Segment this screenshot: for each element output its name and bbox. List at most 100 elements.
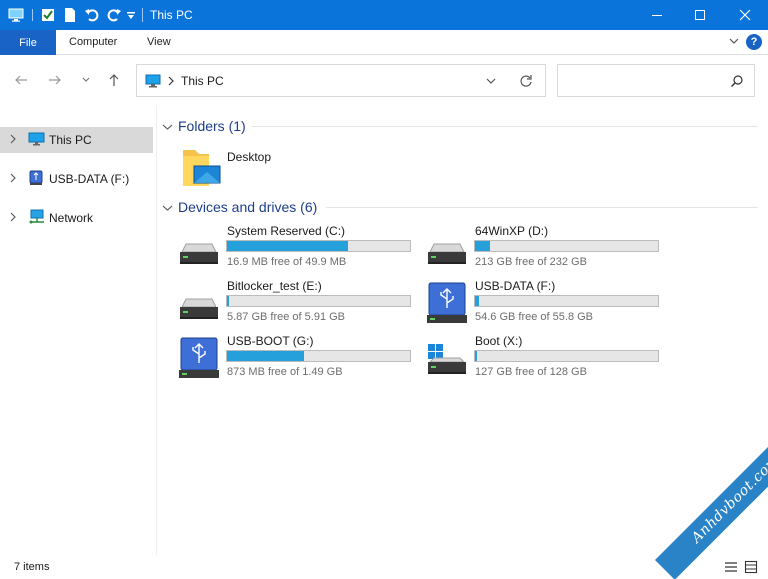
sidebar-item-label: This PC bbox=[49, 133, 92, 147]
drive-free-space: 213 GB free of 232 GB bbox=[475, 256, 587, 268]
folder-name: Desktop bbox=[227, 150, 272, 164]
monitor-icon bbox=[28, 131, 45, 150]
drive-usage-fill bbox=[227, 241, 348, 251]
folder-item-desktop[interactable]: Desktop bbox=[181, 146, 371, 190]
sidebar-item-label: USB-DATA (F:) bbox=[49, 172, 130, 186]
item-count: 7 items bbox=[14, 561, 50, 573]
drive-usage-bar bbox=[226, 295, 411, 307]
drive-usage-bar bbox=[226, 350, 411, 362]
hdd-icon bbox=[426, 230, 468, 273]
up-button[interactable] bbox=[104, 70, 124, 90]
minimize-button[interactable] bbox=[634, 0, 680, 30]
tab-file[interactable]: File bbox=[0, 30, 56, 55]
windows-drive-icon bbox=[426, 340, 468, 383]
refresh-icon[interactable] bbox=[519, 74, 533, 91]
expand-chevron-icon[interactable] bbox=[9, 133, 17, 147]
drive-tile[interactable]: Boot (X:) 127 GB free of 128 GB bbox=[426, 332, 662, 382]
drive-free-space: 127 GB free of 128 GB bbox=[475, 366, 587, 378]
search-icon[interactable] bbox=[730, 74, 744, 91]
drive-free-space: 16.9 MB free of 49.9 MB bbox=[227, 256, 347, 268]
drive-usage-fill bbox=[227, 351, 304, 361]
address-bar[interactable]: This PC bbox=[136, 64, 546, 97]
network-icon bbox=[28, 209, 45, 228]
redo-icon[interactable] bbox=[106, 7, 122, 26]
new-file-icon[interactable] bbox=[62, 7, 78, 26]
sidebar-item-this-pc[interactable]: This PC bbox=[0, 127, 153, 153]
group-divider bbox=[326, 207, 758, 208]
hdd-icon bbox=[178, 230, 220, 273]
drive-tile[interactable]: 64WinXP (D:) 213 GB free of 232 GB bbox=[426, 222, 662, 272]
expand-ribbon-icon[interactable] bbox=[728, 35, 740, 50]
collapse-chevron-icon[interactable] bbox=[162, 202, 173, 216]
sidebar-item-usb-data[interactable]: USB-DATA (F:) bbox=[0, 166, 153, 192]
back-button[interactable] bbox=[11, 70, 31, 90]
breadcrumb-chevron-icon[interactable] bbox=[167, 75, 175, 89]
tab-computer[interactable]: Computer bbox=[69, 36, 117, 48]
large-icons-view-icon[interactable] bbox=[744, 560, 758, 577]
ribbon-tabs: File Computer View ? bbox=[0, 30, 768, 55]
group-header-drives[interactable]: Devices and drives (6) bbox=[162, 197, 758, 217]
this-pc-icon[interactable] bbox=[8, 7, 24, 26]
expand-chevron-icon[interactable] bbox=[9, 172, 17, 186]
drive-usage-fill bbox=[475, 241, 490, 251]
drive-free-space: 873 MB free of 1.49 GB bbox=[227, 366, 343, 378]
forward-button[interactable] bbox=[45, 70, 65, 90]
back-arrow-icon bbox=[15, 75, 27, 85]
drive-usage-bar bbox=[226, 240, 411, 252]
this-pc-icon bbox=[145, 73, 161, 92]
window-title: This PC bbox=[150, 8, 193, 22]
title-divider bbox=[32, 9, 33, 21]
minimize-icon bbox=[652, 15, 662, 16]
drive-usage-bar bbox=[474, 240, 659, 252]
hdd-icon bbox=[178, 285, 220, 328]
desktop-folder-icon bbox=[181, 146, 221, 193]
up-arrow-icon bbox=[109, 74, 119, 86]
drive-usage-bar bbox=[474, 295, 659, 307]
group-title: Devices and drives (6) bbox=[178, 199, 318, 215]
drive-usage-fill bbox=[227, 296, 229, 306]
drive-free-space: 5.87 GB free of 5.91 GB bbox=[227, 311, 346, 323]
sidebar-item-label: Network bbox=[49, 211, 94, 225]
pane-divider[interactable] bbox=[156, 105, 157, 555]
drive-name: USB-DATA (F:) bbox=[475, 279, 556, 293]
drive-tile[interactable]: System Reserved (C:) 16.9 MB free of 49.9… bbox=[178, 222, 414, 272]
recent-locations-button[interactable] bbox=[76, 70, 96, 90]
title-separator bbox=[142, 8, 143, 22]
watermark-text: Anhdvboot.com bbox=[688, 452, 768, 547]
drive-name: Bitlocker_test (E:) bbox=[227, 279, 322, 293]
forward-arrow-icon bbox=[49, 75, 61, 85]
drive-name: 64WinXP (D:) bbox=[475, 224, 549, 238]
breadcrumb-this-pc[interactable]: This PC bbox=[181, 74, 224, 88]
drive-tile[interactable]: Bitlocker_test (E:) 5.87 GB free of 5.91 … bbox=[178, 277, 414, 327]
drive-usage-fill bbox=[475, 296, 479, 306]
drive-usage-fill bbox=[475, 351, 477, 361]
undo-icon[interactable] bbox=[84, 7, 100, 26]
expand-chevron-icon[interactable] bbox=[9, 211, 17, 225]
collapse-chevron-icon[interactable] bbox=[162, 121, 173, 135]
customize-toolbar-icon[interactable] bbox=[126, 10, 136, 24]
usb-drive-icon bbox=[426, 281, 468, 330]
close-button[interactable] bbox=[722, 0, 768, 30]
title-bar: This PC bbox=[0, 0, 768, 30]
usb-drive-icon bbox=[28, 170, 44, 189]
drive-tile[interactable]: USB-DATA (F:) 54.6 GB free of 55.8 GB bbox=[426, 277, 662, 327]
drive-name: System Reserved (C:) bbox=[227, 224, 346, 238]
close-icon bbox=[739, 9, 751, 21]
sidebar-item-network[interactable]: Network bbox=[0, 205, 153, 231]
address-history-icon[interactable] bbox=[485, 75, 497, 90]
properties-icon[interactable] bbox=[40, 7, 56, 26]
group-header-folders[interactable]: Folders (1) bbox=[162, 116, 758, 136]
details-view-icon[interactable] bbox=[724, 560, 738, 577]
drive-tile[interactable]: USB-BOOT (G:) 873 MB free of 1.49 GB bbox=[178, 332, 414, 382]
group-divider bbox=[252, 126, 758, 127]
drive-name: USB-BOOT (G:) bbox=[227, 334, 314, 348]
status-bar: 7 items bbox=[0, 555, 768, 579]
usb-drive-icon bbox=[178, 336, 220, 385]
help-button[interactable]: ? bbox=[746, 34, 762, 50]
tab-view[interactable]: View bbox=[147, 36, 171, 48]
drive-free-space: 54.6 GB free of 55.8 GB bbox=[475, 311, 594, 323]
search-input[interactable] bbox=[557, 64, 755, 97]
maximize-icon bbox=[695, 10, 705, 20]
chevron-down-icon bbox=[82, 77, 90, 82]
maximize-button[interactable] bbox=[677, 0, 723, 30]
